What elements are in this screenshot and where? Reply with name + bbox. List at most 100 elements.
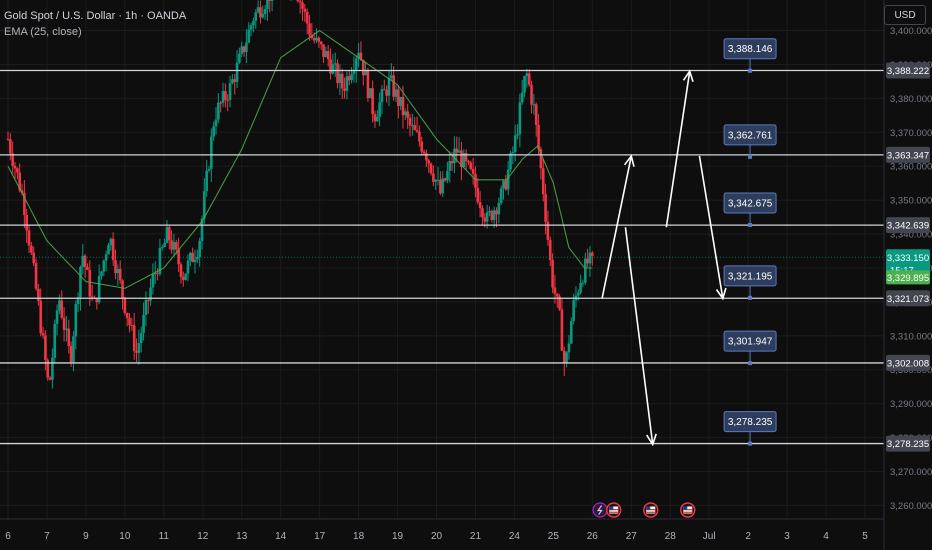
candle-body: [30, 245, 33, 253]
us-flag-icon[interactable]: [606, 502, 622, 518]
candle-body: [242, 46, 246, 53]
candle-body: [16, 168, 19, 173]
candle-body: [567, 343, 571, 353]
candle-body: [212, 126, 215, 137]
candle-body: [481, 208, 484, 218]
callout-value: 3,278.235: [728, 417, 773, 428]
time-tick-label: 18: [353, 531, 365, 542]
candle-body: [102, 260, 106, 272]
candle-body: [139, 333, 143, 343]
candle-body: [560, 309, 564, 351]
candle-body: [368, 88, 372, 99]
level-price-tag[interactable]: 3,388.222: [886, 62, 930, 79]
candle-body: [72, 336, 75, 363]
level-price-tag[interactable]: 3,342.639: [886, 217, 930, 234]
candle-body: [415, 130, 419, 132]
time-tick-label: 11: [159, 531, 170, 542]
candle-body: [179, 264, 183, 278]
level-price-tag[interactable]: 3,302.008: [886, 354, 930, 371]
candle-body: [523, 76, 526, 93]
level-price-tag[interactable]: 3,321.073: [886, 290, 930, 307]
candle-body: [27, 230, 31, 246]
ema-tag-value: 3,329.895: [887, 273, 929, 284]
candle-body: [238, 53, 241, 63]
candle-body: [9, 139, 12, 154]
candle-body: [439, 179, 442, 194]
candle-body: [324, 51, 328, 57]
candle-body: [551, 260, 554, 288]
current-price-value: 3,333.150: [887, 253, 929, 264]
candle-body: [132, 325, 136, 351]
candle-body: [527, 73, 531, 85]
candle-body: [254, 12, 258, 21]
candle-body: [301, 2, 304, 9]
lightning-icon[interactable]: [592, 502, 608, 518]
candle-body: [74, 304, 78, 337]
candle-body: [123, 297, 127, 313]
candle-body: [256, 7, 260, 13]
time-tick-label: 5: [862, 531, 868, 542]
candle-body: [86, 267, 89, 270]
candle-body: [69, 345, 73, 363]
time-tick-label: 28: [665, 531, 677, 542]
time-tick-label: 3: [784, 531, 790, 542]
candle-body: [476, 187, 480, 203]
price-axis[interactable]: 3,400.0003,390.0003,380.0003,370.0003,36…: [883, 0, 932, 550]
candle-body: [308, 23, 311, 35]
candle-body: [60, 300, 64, 318]
time-tick-label: 21: [470, 531, 482, 542]
candle-body: [532, 104, 536, 106]
candle-body: [303, 8, 307, 12]
flag-stripe: [609, 511, 619, 513]
callout-value: 3,388.146: [728, 44, 773, 55]
candle-body: [513, 135, 517, 152]
time-tick-label: 4: [823, 531, 829, 542]
level-price-tag[interactable]: 3,278.235: [886, 435, 930, 452]
candle-body: [408, 117, 412, 126]
candle-body: [371, 88, 374, 115]
candle-body: [58, 300, 61, 311]
callout-value: 3,301.947: [728, 337, 773, 348]
candle-body: [249, 25, 253, 30]
candle-body: [116, 268, 120, 274]
candle-body: [268, 0, 272, 1]
us-flag-icon[interactable]: [680, 502, 696, 518]
level-price-tag[interactable]: 3,363.347: [886, 146, 930, 163]
level-tag-value: 3,321.073: [887, 294, 929, 305]
time-tick-label: 9: [83, 531, 89, 542]
indicator-legend[interactable]: EMA (25, close): [4, 26, 82, 38]
candle-body: [167, 227, 171, 241]
price-tick-label: 3,360.000: [890, 162, 932, 173]
candle-body: [39, 300, 43, 334]
candle-body: [338, 73, 342, 84]
ema-value-tag[interactable]: 3,329.895: [886, 270, 930, 285]
candle-body: [354, 58, 358, 70]
price-tick-label: 3,380.000: [890, 94, 932, 105]
candle-body: [492, 210, 496, 221]
candle-body: [478, 202, 482, 209]
candle-body: [261, 14, 265, 18]
candle-body: [586, 258, 589, 264]
candle-body: [373, 114, 377, 122]
candle-body: [471, 168, 475, 174]
candle-body: [383, 89, 386, 91]
price-tick-label: 3,310.000: [890, 331, 932, 342]
candle-body: [32, 252, 36, 264]
price-chart[interactable]: 3,388.146 3,362.761 3,342.675 3,321.195 3,30…: [0, 0, 932, 550]
candle-body: [378, 102, 381, 117]
candle-body: [516, 134, 519, 136]
candle-body: [343, 88, 346, 91]
currency-button[interactable]: USD: [884, 5, 926, 25]
candle-body: [469, 162, 473, 169]
candle-body: [205, 170, 208, 192]
candle-body: [504, 180, 508, 190]
candle-body: [390, 75, 393, 78]
candle-body: [65, 328, 68, 330]
symbol-title[interactable]: Gold Spot / U.S. Dollar · 1h · OANDA: [4, 10, 186, 22]
candle-body: [25, 214, 28, 231]
candle-body: [240, 46, 244, 54]
candle-body: [404, 111, 407, 116]
us-flag-icon[interactable]: [643, 502, 659, 518]
candle-body: [497, 203, 501, 215]
candle-body: [235, 62, 239, 82]
